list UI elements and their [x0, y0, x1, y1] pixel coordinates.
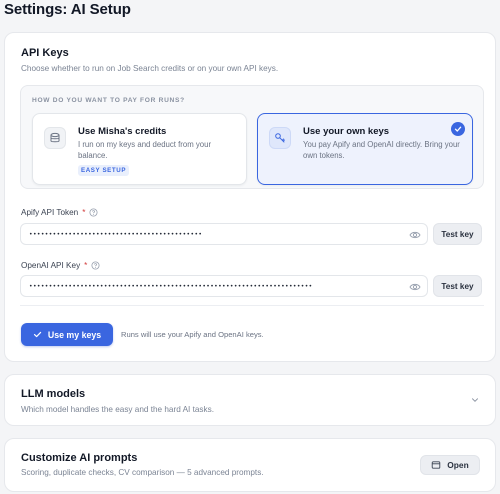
page-title: Settings: AI Setup: [4, 1, 131, 18]
option-own-keys[interactable]: Use your own keys You pay Apify and Open…: [257, 113, 473, 185]
openai-test-key-button[interactable]: Test key: [433, 275, 482, 297]
required-marker: *: [84, 261, 88, 270]
openai-key-label: OpenAI API Key *: [21, 261, 100, 270]
easy-setup-badge: EASY SETUP: [78, 165, 130, 176]
help-icon[interactable]: [89, 208, 98, 217]
eye-icon[interactable]: [409, 229, 421, 241]
apify-token-input[interactable]: [29, 227, 399, 242]
llm-models-subtitle: Which model handles the easy and the har…: [21, 405, 214, 414]
primary-note: Runs will use your Apify and OpenAI keys…: [121, 330, 264, 339]
open-label: Open: [447, 460, 469, 470]
customize-prompts-card: Customize AI prompts Scoring, duplicate …: [4, 438, 496, 492]
required-marker: *: [82, 208, 86, 217]
option-description: I run on my keys and deduct from your ba…: [78, 140, 212, 160]
eye-icon[interactable]: [409, 281, 421, 293]
option-description: You pay Apify and OpenAI directly. Bring…: [303, 140, 460, 160]
option-title: Use Misha's credits: [78, 126, 167, 137]
api-keys-title: API Keys: [21, 47, 69, 59]
open-prompts-button[interactable]: Open: [420, 455, 480, 475]
chevron-down-icon[interactable]: [470, 395, 480, 405]
llm-models-card[interactable]: LLM models Which model handles the easy …: [4, 374, 496, 426]
api-keys-subtitle: Choose whether to run on Job Search cred…: [21, 64, 279, 73]
divider: [20, 305, 484, 306]
openai-key-input[interactable]: [29, 279, 399, 294]
customize-prompts-title: Customize AI prompts: [21, 452, 138, 464]
openai-key-field[interactable]: [20, 275, 428, 297]
apify-label-text: Apify API Token: [21, 208, 79, 217]
payment-question: HOW DO YOU WANT TO PAY FOR RUNS?: [32, 97, 185, 104]
help-icon[interactable]: [91, 261, 100, 270]
payment-method-group: HOW DO YOU WANT TO PAY FOR RUNS? Use Mis…: [20, 85, 484, 189]
llm-models-title: LLM models: [21, 388, 86, 400]
option-title: Use your own keys: [303, 126, 390, 137]
window-icon: [432, 461, 441, 469]
key-icon: [269, 127, 291, 149]
use-my-keys-button[interactable]: Use my keys: [21, 323, 113, 346]
apify-token-label: Apify API Token *: [21, 208, 98, 217]
database-icon: [44, 127, 66, 149]
apify-test-key-button[interactable]: Test key: [433, 223, 482, 245]
openai-label-text: OpenAI API Key: [21, 261, 81, 270]
customize-prompts-subtitle: Scoring, duplicate checks, CV comparison…: [21, 468, 264, 477]
selected-check-icon: [451, 122, 465, 136]
apify-token-field[interactable]: [20, 223, 428, 245]
api-keys-card: API Keys Choose whether to run on Job Se…: [4, 32, 496, 362]
check-icon: [33, 331, 42, 338]
option-misha-credits[interactable]: Use Misha's credits I run on my keys and…: [32, 113, 247, 185]
use-my-keys-label: Use my keys: [47, 329, 102, 340]
